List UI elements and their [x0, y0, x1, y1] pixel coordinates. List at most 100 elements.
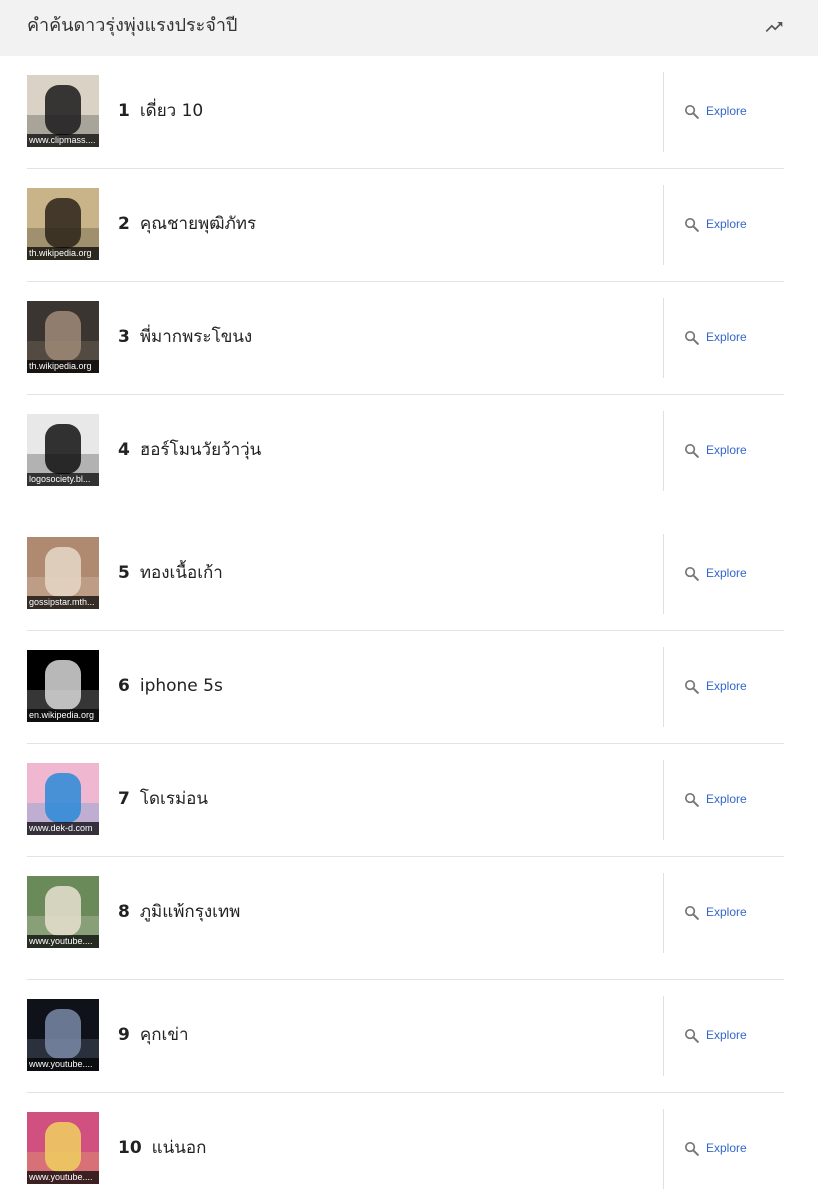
explore-link[interactable]: Explore — [683, 214, 747, 234]
query-text[interactable]: 5 ทองเนื้อเก้า — [118, 561, 223, 585]
search-icon — [684, 792, 699, 807]
thumbnail-source-label: www.clipmass.... — [27, 134, 99, 147]
explore-label: Explore — [706, 330, 747, 344]
card-title: คำค้นดาวรุ่งพุ่งแรงประจำปี — [27, 15, 238, 36]
rank-number: 5 — [118, 563, 130, 583]
thumbnail-image[interactable]: gossipstar.mth... — [27, 537, 99, 609]
search-icon — [684, 566, 699, 581]
explore-label: Explore — [706, 1141, 747, 1155]
column-divider — [663, 760, 664, 840]
query-text[interactable]: 2 คุณชายพุฒิภัทร — [118, 212, 256, 236]
card-header: คำค้นดาวรุ่งพุ่งแรงประจำปี — [0, 0, 818, 56]
query-label: แน่นอก — [151, 1138, 207, 1158]
thumbnail-image[interactable]: logosociety.bl... — [27, 414, 99, 486]
rank-number: 6 — [118, 676, 130, 696]
explore-link[interactable]: Explore — [683, 327, 747, 347]
row-separator — [27, 168, 784, 169]
search-icon — [684, 679, 699, 694]
thumbnail-source-label: logosociety.bl... — [27, 473, 99, 486]
explore-label: Explore — [706, 905, 747, 919]
query-text[interactable]: 8 ภูมิแพ้กรุงเทพ — [118, 900, 240, 924]
thumbnail-source-label: www.youtube.... — [27, 935, 99, 948]
column-divider — [663, 1109, 664, 1189]
row-separator — [27, 856, 784, 857]
thumbnail-image[interactable]: www.youtube.... — [27, 999, 99, 1071]
row-separator — [27, 979, 784, 980]
explore-link[interactable]: Explore — [683, 1025, 747, 1045]
row-separator — [27, 743, 784, 744]
thumbnail-source-label: th.wikipedia.org — [27, 360, 99, 373]
query-label: พี่มากพระโขนง — [139, 327, 253, 347]
thumbnail-source-label: www.youtube.... — [27, 1058, 99, 1071]
query-text[interactable]: 3 พี่มากพระโขนง — [118, 325, 252, 349]
search-icon — [684, 905, 699, 920]
column-divider — [663, 185, 664, 265]
row-separator — [27, 281, 784, 282]
query-label: คุกเข่า — [139, 1025, 189, 1045]
column-divider — [663, 996, 664, 1076]
rank-number: 1 — [118, 101, 130, 121]
column-divider — [663, 298, 664, 378]
explore-link[interactable]: Explore — [683, 1138, 747, 1158]
query-label: ทองเนื้อเก้า — [139, 563, 223, 583]
column-divider — [663, 647, 664, 727]
explore-label: Explore — [706, 566, 747, 580]
explore-label: Explore — [706, 443, 747, 457]
rank-number: 2 — [118, 214, 130, 234]
search-icon — [684, 104, 699, 119]
search-icon — [684, 330, 699, 345]
thumbnail-image[interactable]: www.youtube.... — [27, 876, 99, 948]
query-label: เดี่ยว 10 — [139, 101, 204, 121]
explore-link[interactable]: Explore — [683, 101, 747, 121]
query-text[interactable]: 9 คุกเข่า — [118, 1023, 189, 1047]
rank-number: 10 — [118, 1138, 142, 1158]
query-text[interactable]: 6 iphone 5s — [118, 674, 223, 698]
column-divider — [663, 873, 664, 953]
thumbnail-image[interactable]: th.wikipedia.org — [27, 188, 99, 260]
rank-number: 9 — [118, 1025, 130, 1045]
thumbnail-image[interactable]: www.dek-d.com — [27, 763, 99, 835]
trending-up-icon[interactable] — [764, 17, 784, 37]
rank-number: 7 — [118, 789, 130, 809]
thumbnail-image[interactable]: www.clipmass.... — [27, 75, 99, 147]
thumbnail-source-label: en.wikipedia.org — [27, 709, 99, 722]
thumbnail-image[interactable]: en.wikipedia.org — [27, 650, 99, 722]
thumbnail-source-label: gossipstar.mth... — [27, 596, 99, 609]
explore-label: Explore — [706, 679, 747, 693]
explore-label: Explore — [706, 104, 747, 118]
explore-label: Explore — [706, 792, 747, 806]
search-icon — [684, 1028, 699, 1043]
query-text[interactable]: 1 เดี่ยว 10 — [118, 99, 203, 123]
thumbnail-source-label: www.dek-d.com — [27, 822, 99, 835]
search-icon — [684, 217, 699, 232]
search-icon — [684, 443, 699, 458]
query-text[interactable]: 4 ฮอร์โมนวัยว้าวุ่น — [118, 438, 261, 462]
thumbnail-image[interactable]: th.wikipedia.org — [27, 301, 99, 373]
thumbnail-source-label: www.youtube.... — [27, 1171, 99, 1184]
explore-label: Explore — [706, 1028, 747, 1042]
explore-label: Explore — [706, 217, 747, 231]
explore-link[interactable]: Explore — [683, 440, 747, 460]
rank-number: 4 — [118, 440, 130, 460]
row-separator — [27, 1092, 784, 1093]
explore-link[interactable]: Explore — [683, 676, 747, 696]
query-label: คุณชายพุฒิภัทร — [139, 214, 257, 234]
column-divider — [663, 411, 664, 491]
thumbnail-image[interactable]: www.youtube.... — [27, 1112, 99, 1184]
query-text[interactable]: 10 แน่นอก — [118, 1136, 206, 1160]
thumbnail-source-label: th.wikipedia.org — [27, 247, 99, 260]
row-separator — [27, 394, 784, 395]
explore-link[interactable]: Explore — [683, 789, 747, 809]
query-label: ฮอร์โมนวัยว้าวุ่น — [139, 440, 262, 460]
explore-link[interactable]: Explore — [683, 902, 747, 922]
explore-link[interactable]: Explore — [683, 563, 747, 583]
query-label: โดเรม่อน — [139, 789, 208, 809]
query-text[interactable]: 7 โดเรม่อน — [118, 787, 208, 811]
query-label: iphone 5s — [139, 676, 223, 696]
row-separator — [27, 630, 784, 631]
column-divider — [663, 72, 664, 152]
query-label: ภูมิแพ้กรุงเทพ — [139, 902, 241, 922]
rank-number: 8 — [118, 902, 130, 922]
search-icon — [684, 1141, 699, 1156]
column-divider — [663, 534, 664, 614]
